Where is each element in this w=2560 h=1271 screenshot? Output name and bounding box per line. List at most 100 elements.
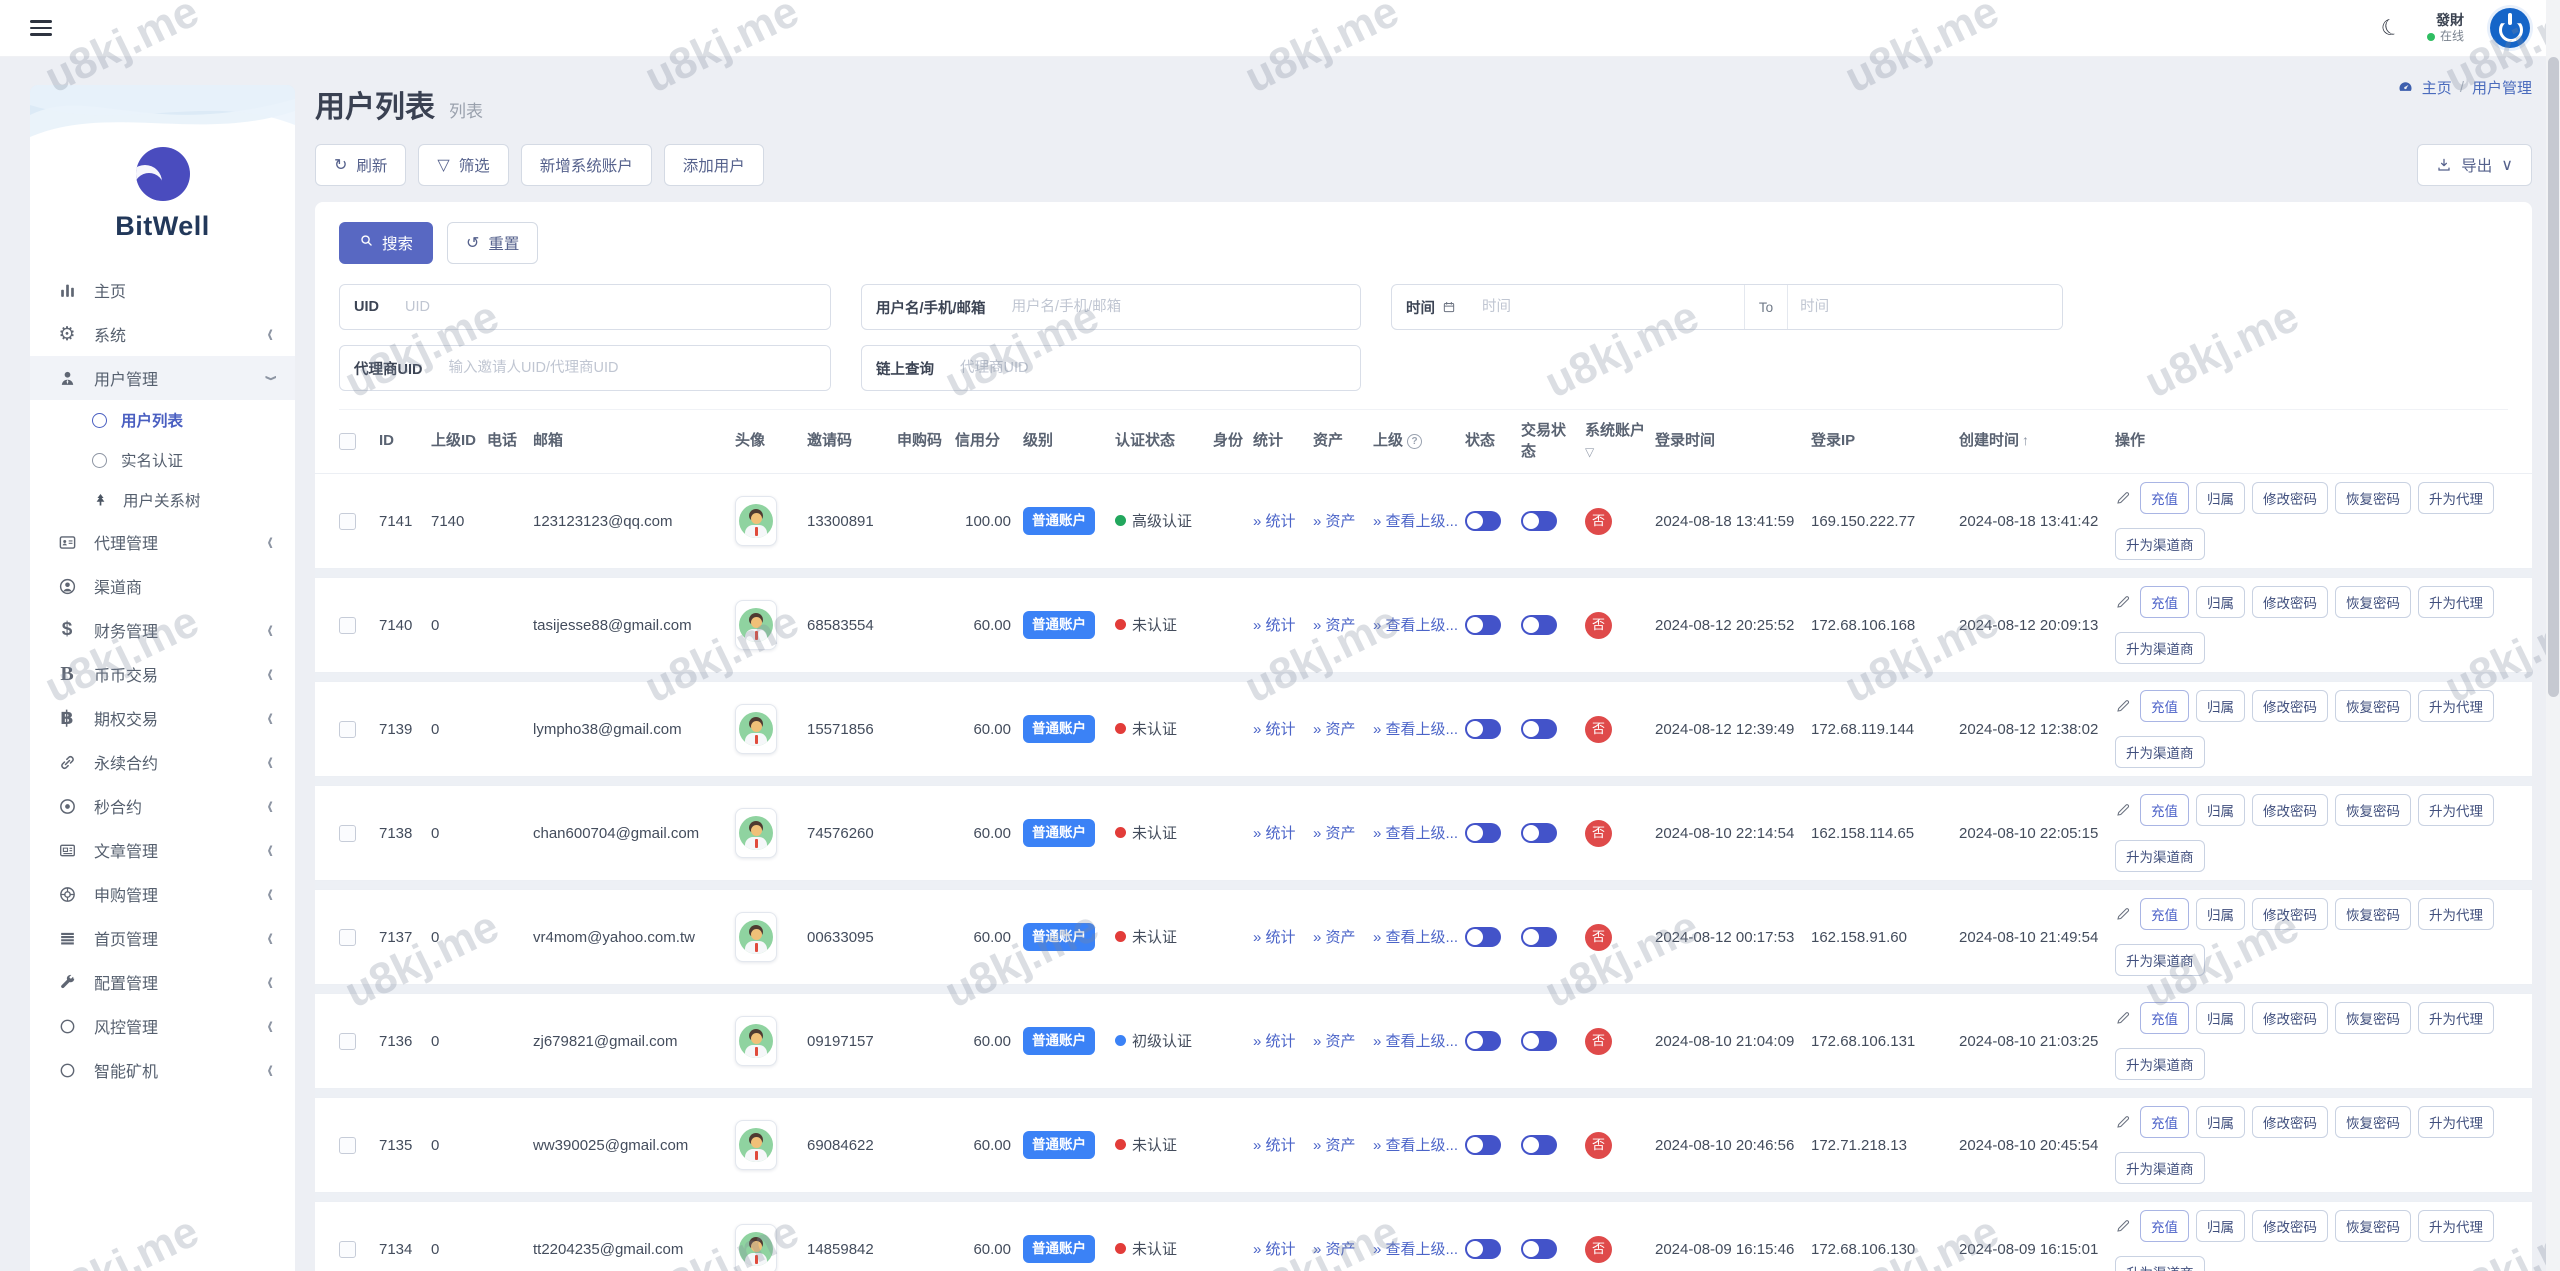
op-button[interactable]: 修改密码 [2252,586,2328,618]
view-parent-link[interactable]: » 查看上级... [1373,823,1459,844]
view-parent-link[interactable]: » 查看上级... [1373,511,1459,532]
edit-pencil-icon[interactable] [2115,594,2131,610]
row-checkbox[interactable] [339,616,356,634]
op-button[interactable]: 升为代理 [2418,1106,2494,1138]
op-button[interactable]: 升为代理 [2418,1002,2494,1034]
trade-status-toggle[interactable] [1521,511,1557,531]
edit-pencil-icon[interactable] [2115,1114,2131,1130]
op-button[interactable]: 修改密码 [2252,1210,2328,1242]
user-avatar[interactable] [2490,8,2530,48]
row-checkbox[interactable] [339,720,356,738]
op-button[interactable]: 升为代理 [2418,586,2494,618]
uid-input[interactable] [392,285,830,329]
op-button[interactable]: 恢复密码 [2335,1002,2411,1034]
status-toggle[interactable] [1465,1239,1501,1259]
breadcrumb-current[interactable]: 用户管理 [2472,77,2532,98]
sidebar-subitem[interactable]: 用户关系树 [30,480,295,520]
edit-pencil-icon[interactable] [2115,490,2131,506]
sidebar-item[interactable]: $ 财务管理 ‹ [30,608,295,652]
row-checkbox[interactable] [339,512,356,530]
sidebar-item[interactable]: 风控管理 ‹ [30,1004,295,1048]
user-input[interactable] [999,285,1360,329]
row-checkbox[interactable] [339,1240,356,1258]
edit-pencil-icon[interactable] [2115,698,2131,714]
sidebar-item[interactable]: 首页管理 ‹ [30,916,295,960]
time-start-input[interactable] [1470,285,1744,329]
op-button[interactable]: 升为代理 [2418,898,2494,930]
sidebar-item[interactable]: 申购管理 ‹ [30,872,295,916]
op-button-upgrade-channel[interactable]: 升为渠道商 [2115,944,2205,976]
search-button[interactable]: 搜索 [339,222,434,264]
op-button[interactable]: 修改密码 [2252,898,2328,930]
op-button[interactable]: 恢复密码 [2335,898,2411,930]
user-avatar-image[interactable] [735,496,777,546]
sidebar-item[interactable]: 主页 [30,268,295,312]
select-all-checkbox[interactable] [339,433,356,450]
status-toggle[interactable] [1465,823,1501,843]
breadcrumb-home[interactable]: 主页 [2422,77,2452,98]
trade-status-toggle[interactable] [1521,823,1557,843]
op-button[interactable]: 归属 [2196,482,2245,514]
op-button[interactable]: 充值 [2140,586,2189,618]
hamburger-menu-icon[interactable] [30,16,52,40]
edit-pencil-icon[interactable] [2115,802,2131,818]
status-toggle[interactable] [1465,511,1501,531]
trade-status-toggle[interactable] [1521,1031,1557,1051]
row-checkbox[interactable] [339,928,356,946]
user-avatar-image[interactable] [735,1016,777,1066]
row-checkbox[interactable] [339,1136,356,1154]
assets-link[interactable]: » 资产 [1313,1135,1367,1156]
view-parent-link[interactable]: » 查看上级... [1373,927,1459,948]
stats-link[interactable]: » 统计 [1253,719,1307,740]
sidebar-item[interactable]: 配置管理 ‹ [30,960,295,1004]
stats-link[interactable]: » 统计 [1253,615,1307,636]
op-button-upgrade-channel[interactable]: 升为渠道商 [2115,1048,2205,1080]
op-button-upgrade-channel[interactable]: 升为渠道商 [2115,840,2205,872]
dark-mode-moon-icon[interactable]: ☾ [2378,13,2405,44]
refresh-button[interactable]: ↻ 刷新 [315,144,407,186]
sidebar-item[interactable]: 用户管理 ‹ [30,356,295,400]
edit-pencil-icon[interactable] [2115,1010,2131,1026]
op-button-upgrade-channel[interactable]: 升为渠道商 [2115,1152,2205,1184]
view-parent-link[interactable]: » 查看上级... [1373,1135,1459,1156]
sidebar-subitem[interactable]: 用户列表 [30,400,295,440]
status-toggle[interactable] [1465,1031,1501,1051]
op-button[interactable]: 归属 [2196,586,2245,618]
op-button[interactable]: 恢复密码 [2335,586,2411,618]
op-button-upgrade-channel[interactable]: 升为渠道商 [2115,1256,2205,1271]
op-button[interactable]: 归属 [2196,794,2245,826]
op-button[interactable]: 升为代理 [2418,1210,2494,1242]
op-button[interactable]: 修改密码 [2252,690,2328,722]
user-avatar-image[interactable] [735,600,777,650]
edit-pencil-icon[interactable] [2115,906,2131,922]
op-button[interactable]: 升为代理 [2418,690,2494,722]
time-end-input[interactable] [1788,285,2062,329]
view-parent-link[interactable]: » 查看上级... [1373,1239,1459,1260]
assets-link[interactable]: » 资产 [1313,511,1367,532]
op-button[interactable]: 充值 [2140,690,2189,722]
chain-query-input[interactable] [948,346,1360,390]
op-button[interactable]: 归属 [2196,1106,2245,1138]
sidebar-item[interactable]: 智能矿机 ‹ [30,1048,295,1092]
scrollbar-thumb[interactable] [2547,57,2559,697]
row-checkbox[interactable] [339,824,356,842]
trade-status-toggle[interactable] [1521,927,1557,947]
stats-link[interactable]: » 统计 [1253,1135,1307,1156]
op-button[interactable]: 充值 [2140,794,2189,826]
assets-link[interactable]: » 资产 [1313,1239,1367,1260]
assets-link[interactable]: » 资产 [1313,927,1367,948]
row-checkbox[interactable] [339,1032,356,1050]
stats-link[interactable]: » 统计 [1253,823,1307,844]
trade-status-toggle[interactable] [1521,615,1557,635]
view-parent-link[interactable]: » 查看上级... [1373,1031,1459,1052]
sidebar-subitem[interactable]: 实名认证 [30,440,295,480]
status-toggle[interactable] [1465,1135,1501,1155]
op-button[interactable]: 恢复密码 [2335,794,2411,826]
op-button[interactable]: 归属 [2196,1210,2245,1242]
trade-status-toggle[interactable] [1521,1135,1557,1155]
sidebar-item[interactable]: ฿ 期权交易 ‹ [30,696,295,740]
export-button[interactable]: 导出 ∨ [2417,144,2532,186]
stats-link[interactable]: » 统计 [1253,927,1307,948]
scrollbar[interactable] [2546,0,2560,1271]
op-button[interactable]: 恢复密码 [2335,1106,2411,1138]
